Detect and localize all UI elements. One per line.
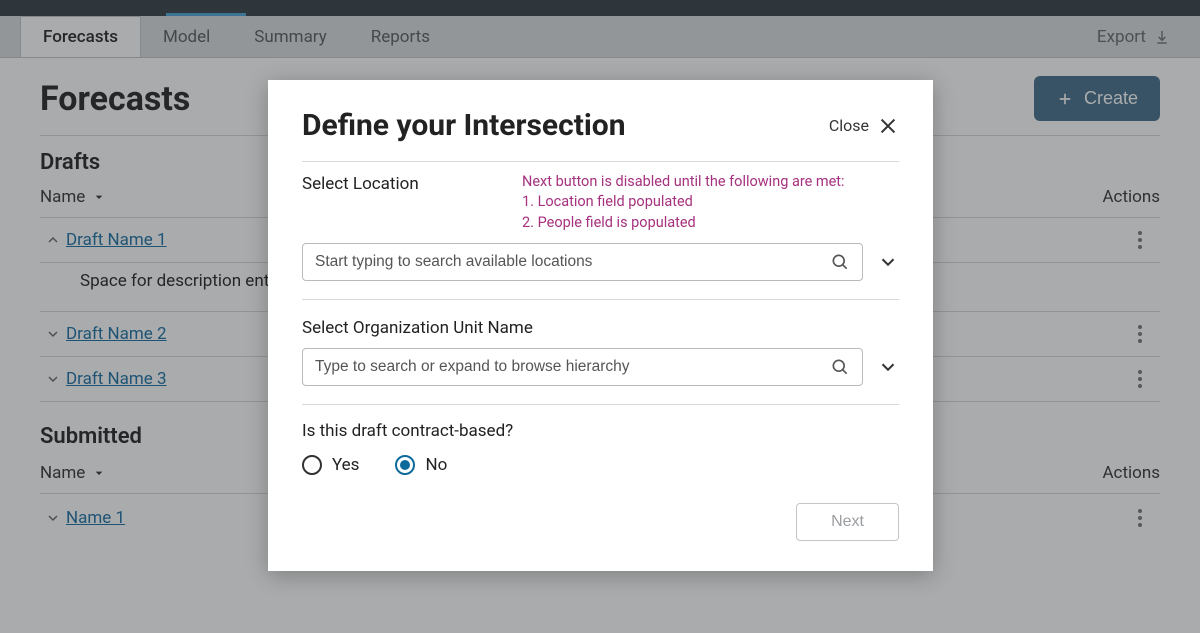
divider: [302, 404, 899, 405]
location-label: Select Location: [302, 172, 502, 194]
contract-question: Is this draft contract-based?: [302, 421, 899, 441]
search-icon: [830, 252, 850, 272]
location-section: Select Location Next button is disabled …: [302, 172, 899, 233]
divider: [302, 299, 899, 300]
modal-close-button[interactable]: Close: [829, 115, 899, 137]
org-expand-button[interactable]: [877, 356, 899, 378]
location-expand-button[interactable]: [877, 251, 899, 273]
next-button[interactable]: Next: [796, 503, 899, 541]
modal-header: Define your Intersection Close: [302, 108, 899, 162]
close-icon: [877, 115, 899, 137]
radio-no[interactable]: No: [395, 455, 447, 475]
org-field-row: [302, 348, 899, 386]
location-field-row: [302, 243, 899, 281]
hint-line: 2. People field is populated: [522, 213, 845, 233]
modal-title: Define your Intersection: [302, 108, 626, 143]
validation-hint: Next button is disabled until the follow…: [522, 172, 845, 233]
contract-radio-group: Yes No: [302, 455, 899, 475]
chevron-down-icon: [877, 356, 899, 378]
radio-no-label: No: [425, 455, 447, 475]
org-input[interactable]: [315, 358, 830, 376]
location-searchbox[interactable]: [302, 243, 863, 281]
search-icon: [830, 357, 850, 377]
radio-icon: [395, 455, 415, 475]
radio-yes[interactable]: Yes: [302, 455, 359, 475]
radio-yes-label: Yes: [332, 455, 359, 475]
define-intersection-modal: Define your Intersection Close Select Lo…: [268, 80, 933, 571]
hint-line: 1. Location field populated: [522, 192, 845, 212]
radio-icon: [302, 455, 322, 475]
org-label: Select Organization Unit Name: [302, 316, 899, 338]
close-label: Close: [829, 116, 869, 135]
modal-footer: Next: [302, 503, 899, 541]
org-searchbox[interactable]: [302, 348, 863, 386]
hint-line: Next button is disabled until the follow…: [522, 172, 845, 192]
location-input[interactable]: [315, 253, 830, 271]
chevron-down-icon: [877, 251, 899, 273]
